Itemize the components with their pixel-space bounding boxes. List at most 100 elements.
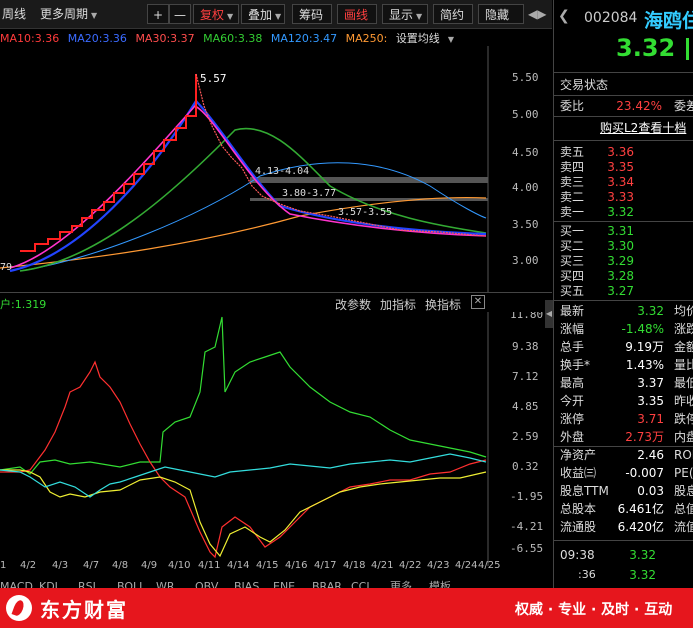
quote-value: 1.43%: [625, 358, 664, 372]
overlay-button[interactable]: 叠加 ▼: [241, 4, 285, 24]
switch-indicator-button[interactable]: 换指标: [425, 296, 461, 313]
quote-panel: ❮ 002084 海鸥住 3.32 交易状态 委比 23.42% 委差 购买L2…: [553, 0, 693, 588]
hide-button[interactable]: 隐藏: [478, 4, 524, 24]
quote-value: 3.32: [637, 304, 664, 318]
ma60-label: MA60:3.38: [203, 32, 263, 45]
quote-extra-label: 昨收: [674, 394, 693, 408]
date-tick: 4/11: [198, 560, 221, 571]
quote-extra-label: PE(动: [674, 466, 693, 480]
date-tick: 4/9: [141, 560, 158, 571]
kline-chart[interactable]: 5.50 5.00 4.50 4.00 3.50 3.00 5.57 4.13-…: [0, 46, 552, 292]
brand-name: 东方财富: [40, 598, 128, 622]
quote-value: 2.46: [637, 448, 664, 462]
brand-slogan: 权威 · 专业 · 及时 · 互动: [515, 602, 673, 618]
indicator-tick: 0.32: [512, 460, 539, 473]
price-tick: 5.00: [512, 108, 539, 121]
tick-price: 3.32: [629, 568, 656, 582]
display-button[interactable]: 显示 ▼: [382, 4, 428, 24]
price-tick: 4.50: [512, 146, 539, 159]
gap-annotation: 4.13-4.04: [255, 166, 309, 177]
simple-mode-button[interactable]: 简约: [433, 4, 473, 24]
ask-label: 卖一: [560, 205, 585, 219]
indicator-tick: 9.38: [512, 340, 539, 353]
quote-value: 6.461亿: [617, 502, 664, 516]
quote-extra-label: 流值: [674, 520, 693, 534]
quote-extra-label: 最低: [674, 376, 693, 390]
chip-band: [250, 177, 488, 183]
indicator-tick: 2.59: [512, 430, 539, 443]
quote-extra-label: 跌停: [674, 412, 693, 426]
bid-label: 买五: [560, 284, 585, 298]
ma120-label: MA120:3.47: [270, 32, 338, 45]
period-weekly-button[interactable]: 周线: [2, 4, 26, 24]
divider: [554, 540, 693, 541]
chips-button[interactable]: 筹码: [292, 4, 332, 24]
date-tick: 4/23: [427, 560, 450, 571]
caret-down-icon: ▼: [91, 11, 98, 20]
panel-collapse-handle[interactable]: ◀: [545, 300, 553, 328]
trade-status-label: 交易状态: [560, 78, 609, 92]
date-tick: 4/3: [52, 560, 69, 571]
more-period-label: 更多周期: [40, 7, 89, 21]
stock-name: 海鸥住: [644, 10, 693, 32]
ma30-label: MA30:3.37: [135, 32, 195, 45]
indicator-tick: 11.80: [510, 312, 543, 321]
weibi-label: 委比: [560, 99, 585, 113]
quote-label: 最新: [560, 304, 585, 318]
quote-label: 流通股: [560, 520, 597, 534]
quote-label: 最高: [560, 376, 585, 390]
divider: [554, 72, 693, 73]
indicator-chart[interactable]: 11.80 9.38 7.12 4.85 2.59 0.32 -1.95 -4.…: [0, 312, 552, 566]
divider: [554, 95, 693, 96]
price-tick: 3.50: [512, 218, 539, 231]
change-param-button[interactable]: 改参数: [335, 296, 371, 313]
date-tick: 4/14: [227, 560, 250, 571]
caret-down-icon: ▼: [227, 12, 234, 21]
overlay-label: 叠加: [248, 8, 273, 22]
scroll-arrows-icon[interactable]: ◀▶: [528, 4, 546, 24]
quote-extra-label: 均价: [674, 304, 693, 318]
back-chevron-icon[interactable]: ❮: [558, 8, 570, 24]
quote-label: 涨幅: [560, 322, 585, 336]
buy-l2-link[interactable]: 购买L2查看十档: [600, 119, 693, 137]
date-tick: 4/21: [371, 560, 394, 571]
draw-line-button[interactable]: 画线: [337, 4, 377, 24]
date-tick: 4/2: [20, 560, 37, 571]
date-tick: 4/17: [314, 560, 337, 571]
indicator-tick: 7.12: [512, 370, 539, 383]
caret-down-icon: ▼: [416, 12, 423, 21]
quote-value: 3.37: [637, 376, 664, 390]
caret-down-icon: ▼: [447, 35, 454, 44]
quote-label: 总手: [560, 340, 585, 354]
quote-extra-label: 涨跌: [674, 322, 693, 336]
weicha-label: 委差: [674, 99, 693, 113]
more-period-button[interactable]: 更多周期 ▼: [40, 4, 97, 24]
tick-price: 3.32: [629, 548, 656, 562]
quote-value: 6.420亿: [617, 520, 664, 534]
price-tick: 3.00: [512, 254, 539, 267]
date-tick: 1: [0, 560, 7, 571]
indicator-tick: -1.95: [510, 490, 543, 503]
chart-toolbar: 周线 更多周期 ▼ + — 复权 ▼ 叠加 ▼ 筹码 画线 显示 ▼ 简约 隐藏 ◀▶: [0, 0, 552, 29]
indicator-tick: -6.55: [510, 542, 543, 555]
tick-time: 09:38: [560, 548, 595, 562]
date-axis: 1 4/2 4/3 4/7 4/8 4/9 4/10 4/11 4/14 4/1…: [0, 560, 500, 576]
date-tick: 4/25: [478, 560, 501, 571]
price-axis-ticks: 5.50 5.00 4.50 4.00 3.50 3.00: [512, 71, 539, 267]
ma250-label: MA250:: [345, 32, 388, 45]
indicator-tick: 4.85: [512, 400, 539, 413]
price-tick: 5.50: [512, 71, 539, 84]
indicator-yellow-line: [0, 469, 487, 558]
ma-settings-button[interactable]: 设置均线 ▼: [396, 32, 459, 45]
stock-code: 002084: [584, 10, 638, 26]
zoom-in-button[interactable]: +: [147, 4, 169, 24]
close-icon[interactable]: ✕: [471, 295, 485, 309]
quote-value: -0.007: [625, 466, 664, 480]
tick-time: :36: [578, 568, 596, 581]
date-tick: 4/24: [455, 560, 478, 571]
zoom-out-button[interactable]: —: [169, 4, 191, 24]
adjust-button[interactable]: 复权 ▼: [193, 4, 239, 24]
add-indicator-button[interactable]: 加指标: [380, 296, 416, 313]
quote-extra-label: ROE: [674, 448, 693, 462]
quote-extra-label: 量比: [674, 358, 693, 372]
